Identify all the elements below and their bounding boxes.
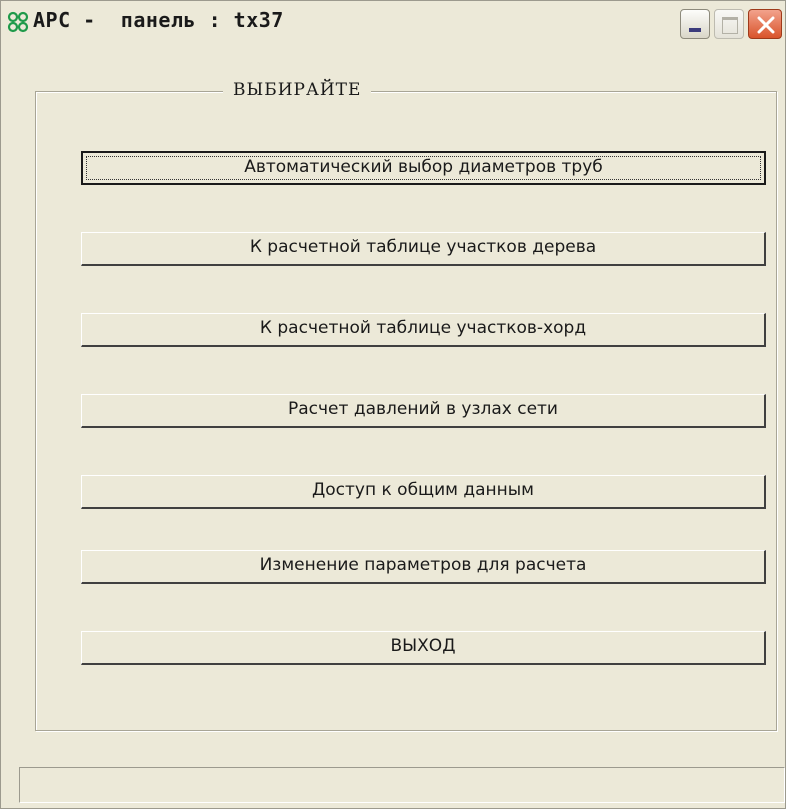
app-window: АРС - панель : tx37 ВЫБИРАЙТЕ Автоматиче… bbox=[0, 0, 786, 809]
button-label: Автоматический выбор диаметров труб bbox=[244, 157, 603, 177]
button-label: Изменение параметров для расчета bbox=[259, 555, 587, 575]
close-icon bbox=[757, 16, 775, 34]
change-parameters-button[interactable]: Изменение параметров для расчета bbox=[81, 550, 766, 584]
status-bar bbox=[19, 767, 785, 803]
auto-pipe-diameter-button[interactable]: Автоматический выбор диаметров труб bbox=[81, 151, 766, 185]
button-label: К расчетной таблице участков дерева bbox=[249, 237, 597, 257]
button-label: Расчет давлений в узлах сети bbox=[288, 399, 558, 419]
close-button[interactable] bbox=[748, 9, 782, 39]
button-label: ВЫХОД bbox=[390, 636, 456, 656]
button-label: Доступ к общим данным bbox=[311, 480, 534, 500]
groupbox-legend: ВЫБИРАЙТЕ bbox=[223, 80, 372, 100]
common-data-access-button[interactable]: Доступ к общим данным bbox=[81, 475, 766, 509]
minimize-icon bbox=[689, 28, 701, 32]
maximize-button[interactable] bbox=[714, 9, 744, 39]
tree-sections-table-button[interactable]: К расчетной таблице участков дерева bbox=[81, 232, 766, 266]
exit-button[interactable]: ВЫХОД bbox=[81, 631, 766, 665]
maximize-icon bbox=[722, 17, 738, 34]
node-pressure-calc-button[interactable]: Расчет давлений в узлах сети bbox=[81, 394, 766, 428]
window-title: АРС - панель : tx37 bbox=[33, 8, 284, 32]
minimize-button[interactable] bbox=[680, 9, 710, 39]
button-label: К расчетной таблице участков-хорд bbox=[259, 318, 587, 338]
title-bar[interactable]: АРС - панель : tx37 bbox=[1, 1, 785, 45]
chord-sections-table-button[interactable]: К расчетной таблице участков-хорд bbox=[81, 313, 766, 347]
app-logo-icon bbox=[7, 11, 29, 33]
